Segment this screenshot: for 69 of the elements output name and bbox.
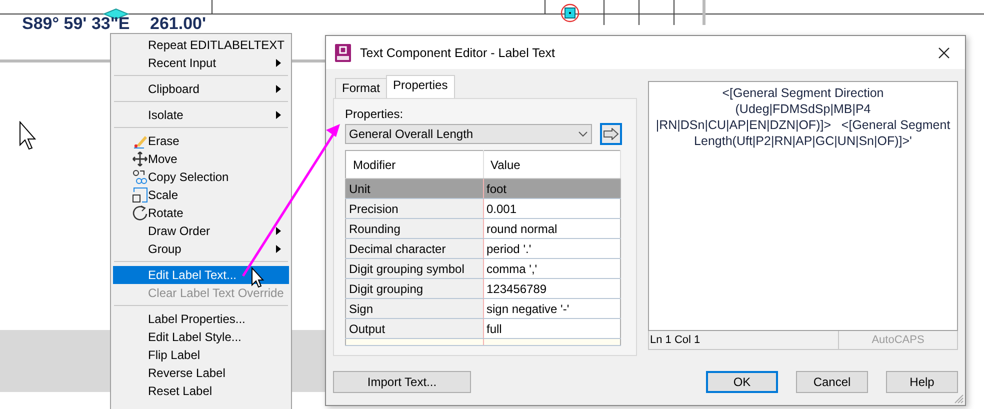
table-row[interactable]: Output full	[346, 318, 620, 338]
text-editor[interactable]: <[General Segment Direction (Udeg|FDMSdSp|MB|P4 |RN|DSn|CU|AP|EN|DZN|OF)]> <[General Segment Length(Uft|P2|RN|AP|GC|UN|Sn|OF)]>'	[648, 81, 958, 331]
menu-item[interactable]: Label Properties...	[113, 310, 289, 328]
table-cell: Precision	[346, 198, 483, 218]
menu-item[interactable]: Move	[113, 150, 289, 168]
table-cell: comma ','	[483, 258, 620, 278]
table-cell: Rounding	[346, 218, 483, 238]
rotate-icon	[132, 205, 148, 221]
menu-item[interactable]: Reverse Label	[113, 364, 289, 382]
chevron-icon	[578, 131, 588, 137]
menu-item[interactable]: Recent Input	[113, 54, 289, 72]
table-row[interactable]: Precision 0.001	[346, 198, 620, 218]
table-cell: foot	[483, 178, 620, 198]
menu-item[interactable]: Edit Label Text...	[113, 266, 289, 284]
table-row[interactable]: Unit foot	[346, 178, 620, 198]
grip-icon[interactable]	[560, 3, 580, 23]
dialog-button[interactable]: Help	[886, 371, 958, 393]
dialog-button[interactable]: Import Text...	[333, 371, 471, 393]
menu-item[interactable]: Reset Label	[113, 382, 289, 400]
table-cell: period '.'	[483, 238, 620, 258]
table-row[interactable]: Decimal character period '.'	[346, 238, 620, 258]
resize-grip-icon[interactable]	[954, 394, 964, 404]
table-cell: Output	[346, 318, 483, 338]
menu-item[interactable]: Clipboard	[113, 80, 289, 98]
insert-button[interactable]	[600, 123, 622, 145]
table-cell: Decimal character	[346, 238, 483, 258]
scale-icon	[132, 187, 148, 203]
table-row[interactable]: Digit grouping symbol comma ','	[346, 258, 620, 278]
table-cell: 0.001	[483, 198, 620, 218]
cursor-icon	[252, 266, 264, 288]
menu-item[interactable]: Copy Selection	[113, 168, 289, 186]
properties-dropdown[interactable]: General Overall Length	[345, 124, 592, 144]
table-cell: Digit grouping	[346, 278, 483, 298]
copy-icon	[132, 169, 148, 185]
window-title: Text Component Editor - Label Text	[360, 46, 556, 60]
dialog-button[interactable]: OK	[706, 371, 778, 393]
app-icon	[335, 44, 351, 62]
table-cell: sign negative '-'	[483, 298, 620, 318]
dialog-button[interactable]: Cancel	[796, 371, 868, 393]
arrow-icon	[603, 128, 619, 140]
eraser-icon	[132, 133, 148, 149]
cursor-icon	[19, 121, 38, 151]
table-cell: Digit grouping symbol	[346, 258, 483, 278]
menu-item[interactable]: Group	[113, 240, 289, 258]
cursor-position: Ln 1 Col 1	[649, 331, 839, 349]
field-label: Properties:	[345, 107, 404, 121]
table-cell: Sign	[346, 298, 483, 318]
tab[interactable]: Properties	[386, 75, 455, 98]
menu-item[interactable]: Flip Label	[113, 346, 289, 364]
table-cell: 123456789	[483, 278, 620, 298]
label-expression: <[General Segment Direction (Udeg|FDMSdSp|MB|P4 |RN|DSn|CU|AP|EN|DZN|OF)]> <[General Segment Length(Uft|P2|RN|AP|GC|UN|Sn|OF)]>'	[655, 85, 951, 149]
distance-label: 261.00'	[150, 14, 206, 34]
table-row[interactable]: Sign sign negative '-'	[346, 298, 620, 318]
bearing-label: S89° 59' 33"E	[22, 14, 130, 34]
menu-item[interactable]: Repeat EDITLABELTEXT	[113, 36, 289, 54]
menu-item[interactable]: Scale	[113, 186, 289, 204]
tab[interactable]: Format	[335, 78, 388, 98]
menu-item[interactable]: Edit Label Style...	[113, 328, 289, 346]
table-row[interactable]: Rounding round normal	[346, 218, 620, 238]
table-cell: Unit	[346, 178, 483, 198]
table-cell: round normal	[483, 218, 620, 238]
menu-item[interactable]: Draw Order	[113, 222, 289, 240]
move-icon	[132, 151, 148, 167]
autocaps-indicator: AutoCAPS	[870, 333, 926, 348]
menu-item[interactable]: Erase	[113, 132, 289, 150]
table-row[interactable]: Digit grouping 123456789	[346, 278, 620, 298]
menu-item[interactable]: Isolate	[113, 106, 289, 124]
close-icon[interactable]	[938, 46, 950, 58]
menu-item[interactable]: Rotate	[113, 204, 289, 222]
